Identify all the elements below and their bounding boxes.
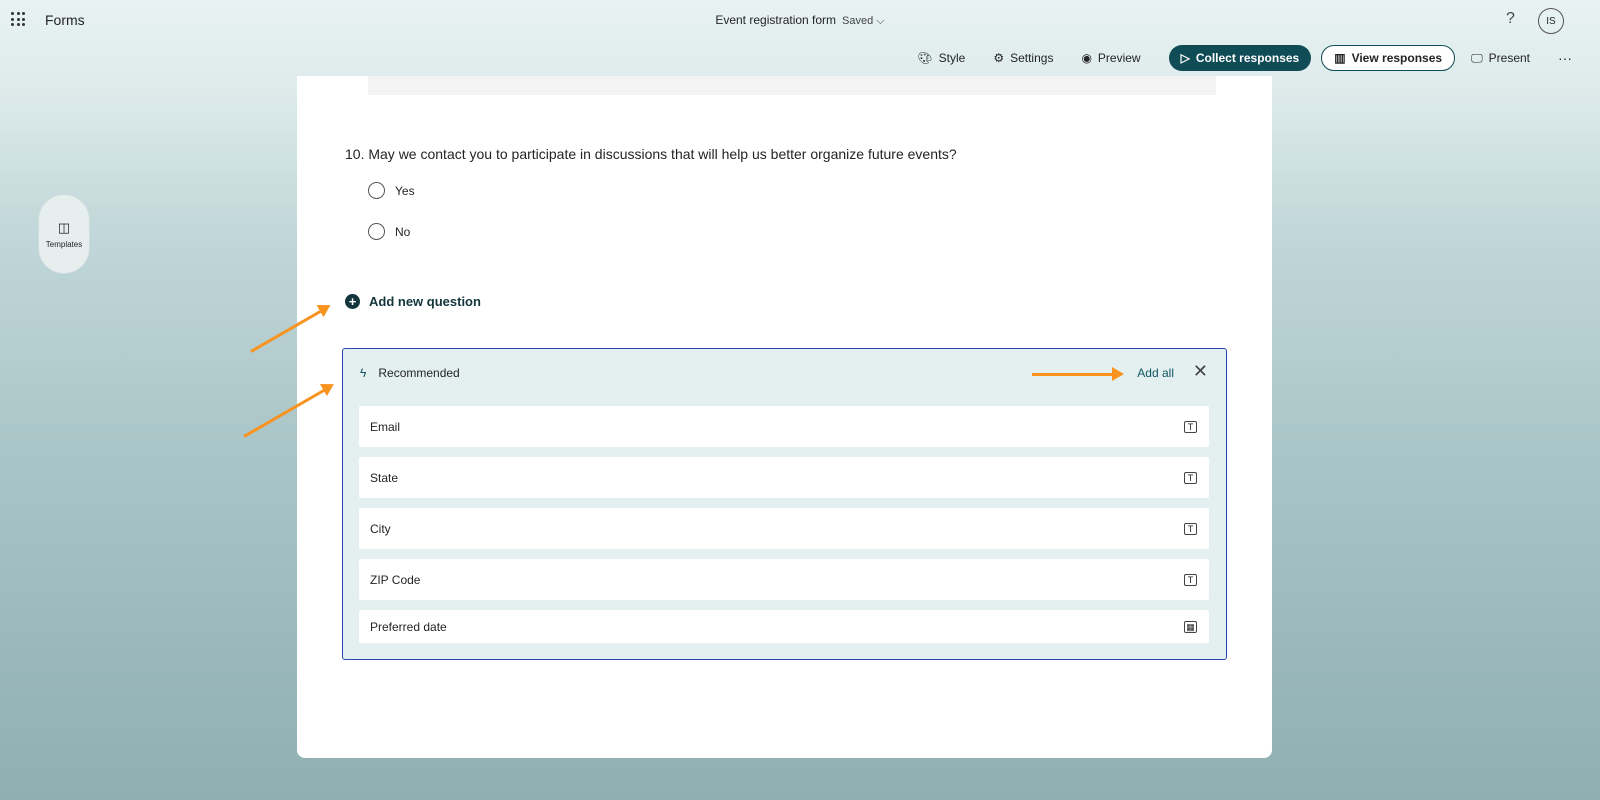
add-all-button[interactable]: Add all [1137, 366, 1174, 380]
text-icon: T [1184, 420, 1197, 433]
recommended-header: ϟ Recommended [360, 366, 460, 380]
add-new-question-button[interactable]: + Add new question [345, 294, 481, 309]
monitor-icon: 🖵 [1471, 50, 1483, 65]
text-icon: T [1184, 522, 1197, 535]
collect-responses-button[interactable]: ▷ Collect responses [1168, 45, 1312, 71]
avatar[interactable]: IS [1538, 8, 1564, 34]
eye-icon: ◉ [1081, 51, 1092, 65]
templates-icon: ◫ [57, 219, 71, 235]
preview-button[interactable]: ◉ Preview [1081, 51, 1140, 65]
recommended-item[interactable]: State T [359, 457, 1209, 498]
radio-button[interactable] [368, 182, 385, 199]
option-label: No [395, 224, 411, 239]
view-responses-button[interactable]: ▥ View responses [1321, 45, 1456, 71]
item-label: Preferred date [370, 619, 447, 634]
help-icon[interactable]: ? [1506, 10, 1515, 28]
present-button[interactable]: 🖵 Present [1471, 51, 1530, 66]
style-label: Style [938, 51, 966, 65]
save-status: Saved ⌵ [842, 15, 885, 27]
top-bar: Forms Event registration form Saved ⌵ ? I… [0, 0, 1600, 40]
text-icon: T [1184, 573, 1197, 586]
previous-question-answer-box[interactable] [368, 76, 1216, 95]
annotation-arrow [1032, 367, 1124, 381]
gear-icon: ⚙ [993, 51, 1005, 65]
close-icon[interactable]: ✕ [1193, 361, 1208, 382]
option-label: Yes [395, 183, 415, 198]
text-icon: T [1184, 471, 1197, 484]
item-label: Email [370, 419, 401, 434]
recommended-item[interactable]: Email T [359, 406, 1209, 447]
save-status-text: Saved [842, 15, 874, 27]
item-label: State [370, 470, 399, 485]
recommended-panel: ϟ Recommended Add all ✕ Email T State T Cit… [342, 348, 1227, 660]
palette-icon: 🎨︎ [917, 51, 933, 65]
option-no[interactable]: No [368, 223, 410, 240]
templates-label: Templates [45, 239, 83, 249]
item-label: City [370, 521, 391, 536]
recommended-item[interactable]: ZIP Code T [359, 559, 1209, 600]
recommended-item[interactable]: City T [359, 508, 1209, 549]
form-title-text: Event registration form [715, 13, 837, 27]
form-canvas: 10. May we contact you to participate in… [297, 76, 1272, 758]
item-label: ZIP Code [370, 572, 421, 587]
send-icon: ▷ [1180, 51, 1190, 65]
recommended-title: Recommended [378, 366, 460, 380]
add-question-label: Add new question [369, 294, 481, 309]
option-yes[interactable]: Yes [368, 182, 415, 199]
question-title: 10. May we contact you to participate in… [345, 146, 957, 162]
style-button[interactable]: 🎨︎ Style [917, 51, 965, 65]
plus-icon: + [345, 294, 360, 309]
chart-icon: ▥ [1334, 51, 1346, 65]
lightning-icon: ϟ [360, 366, 367, 380]
collect-label: Collect responses [1195, 51, 1300, 65]
settings-button[interactable]: ⚙ Settings [993, 51, 1053, 65]
settings-label: Settings [1010, 51, 1054, 65]
templates-button[interactable]: ◫ Templates [38, 194, 90, 274]
radio-button[interactable] [368, 223, 385, 240]
present-label: Present [1488, 51, 1530, 65]
toolbar: 🎨︎ Style ⚙ Settings ◉ Preview ▷ Collect resp… [917, 44, 1600, 72]
calendar-icon: ▦ [1184, 620, 1197, 633]
more-button[interactable]: ··· [1558, 50, 1572, 66]
preview-label: Preview [1097, 51, 1141, 65]
form-title[interactable]: Event registration form Saved ⌵ [0, 13, 1600, 28]
recommended-item[interactable]: Preferred date ▦ [359, 610, 1209, 643]
view-label: View responses [1351, 51, 1443, 65]
